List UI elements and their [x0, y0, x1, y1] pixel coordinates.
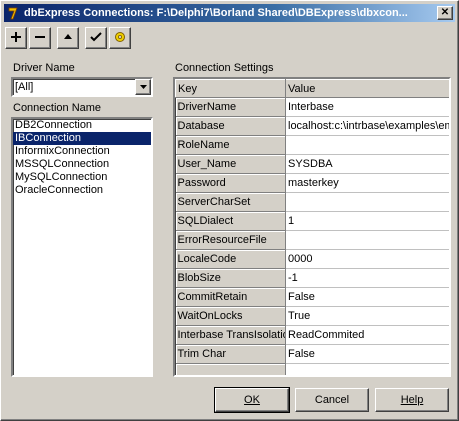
driver-name-select[interactable]: [All]	[11, 77, 153, 97]
test-connection-icon	[90, 31, 102, 45]
connection-name-list[interactable]: DB2Connection IBConnection InformixConnect…	[11, 117, 153, 377]
settings-row[interactable]: ErrorResourceFile	[175, 230, 449, 250]
setting-key: ServerCharSet	[175, 192, 286, 212]
title-bar[interactable]: dbExpress Connections: F:\Delphi7\Borlan…	[4, 4, 455, 22]
driver-settings-button[interactable]	[109, 27, 131, 49]
add-icon	[11, 31, 21, 45]
setting-value[interactable]: False	[285, 344, 449, 364]
settings-row[interactable]: SQLDialect 1	[175, 211, 449, 231]
settings-row[interactable]: RoleName	[175, 135, 449, 155]
setting-key: DriverName	[175, 97, 286, 117]
ok-button[interactable]: OK	[214, 387, 290, 413]
move-up-button[interactable]	[57, 27, 79, 49]
setting-value[interactable]	[285, 135, 449, 155]
connection-list-item[interactable]: IBConnection	[13, 132, 151, 145]
settings-row[interactable]: CommitRetain False	[175, 287, 449, 307]
dbexpress-connections-window: dbExpress Connections: F:\Delphi7\Borlan…	[0, 0, 459, 421]
help-button[interactable]: Help	[375, 388, 449, 412]
empty-row	[175, 363, 449, 375]
connection-list-item[interactable]: OracleConnection	[13, 184, 151, 197]
settings-row[interactable]: DriverName Interbase	[175, 97, 449, 117]
chevron-down-icon[interactable]	[135, 79, 151, 95]
setting-value[interactable]: SYSDBA	[285, 154, 449, 174]
setting-value[interactable]: ReadCommited	[285, 325, 449, 345]
settings-row[interactable]: Database localhost:c:\intrbase\examples\e…	[175, 116, 449, 136]
toolbar	[5, 27, 133, 51]
connection-list-item[interactable]: DB2Connection	[13, 119, 151, 132]
add-connection-button[interactable]	[5, 27, 27, 49]
setting-key: Password	[175, 173, 286, 193]
close-button[interactable]: ✕	[437, 6, 453, 20]
window-title: dbExpress Connections: F:\Delphi7\Borlan…	[24, 7, 408, 19]
empty-value-cell	[285, 363, 449, 375]
setting-value[interactable]	[285, 230, 449, 250]
setting-value[interactable]: localhost:c:\intrbase\examples\em	[285, 116, 449, 136]
settings-row[interactable]: BlobSize -1	[175, 268, 449, 288]
setting-key: Interbase TransIsolation	[175, 325, 286, 345]
cancel-button[interactable]: Cancel	[295, 388, 369, 412]
settings-row[interactable]: Password masterkey	[175, 173, 449, 193]
connection-list-item[interactable]: MSSQLConnection	[13, 158, 151, 171]
setting-key: CommitRetain	[175, 287, 286, 307]
value-column-header[interactable]: Value	[285, 79, 449, 98]
setting-value[interactable]: 1	[285, 211, 449, 231]
setting-value[interactable]: masterkey	[285, 173, 449, 193]
setting-value[interactable]: False	[285, 287, 449, 307]
setting-key: Trim Char	[175, 344, 286, 364]
setting-key: SQLDialect	[175, 211, 286, 231]
delphi-app-icon	[6, 6, 20, 20]
remove-connection-button[interactable]	[29, 27, 51, 49]
settings-row[interactable]: ServerCharSet	[175, 192, 449, 212]
close-icon: ✕	[440, 7, 450, 18]
connection-list-item[interactable]: InformixConnection	[13, 145, 151, 158]
setting-key: WaitOnLocks	[175, 306, 286, 326]
setting-value[interactable]: True	[285, 306, 449, 326]
setting-value[interactable]: Interbase	[285, 97, 449, 117]
setting-key: RoleName	[175, 135, 286, 155]
cancel-button-label: Cancel	[314, 394, 350, 406]
setting-value[interactable]: -1	[285, 268, 449, 288]
remove-icon	[35, 32, 45, 45]
setting-key: LocaleCode	[175, 249, 286, 269]
move-up-icon	[63, 32, 73, 44]
connection-settings-grid[interactable]: Key Value DriverName Interbase Database loc…	[173, 77, 451, 377]
driver-name-value: [All]	[15, 81, 34, 93]
ok-button-label: OK	[244, 394, 260, 406]
empty-key-cell	[175, 363, 286, 375]
setting-value[interactable]: 0000	[285, 249, 449, 269]
key-column-header[interactable]: Key	[175, 79, 286, 98]
settings-row[interactable]: Interbase TransIsolation ReadCommited	[175, 325, 449, 345]
help-button-label: Help	[400, 394, 424, 406]
setting-key: User_Name	[175, 154, 286, 174]
connection-name-label: Connection Name	[13, 102, 102, 114]
settings-row[interactable]: WaitOnLocks True	[175, 306, 449, 326]
setting-key: ErrorResourceFile	[175, 230, 286, 250]
driver-settings-icon	[114, 31, 126, 46]
driver-name-label: Driver Name	[13, 62, 75, 74]
test-connection-button[interactable]	[85, 27, 107, 49]
settings-row[interactable]: LocaleCode 0000	[175, 249, 449, 269]
setting-key: BlobSize	[175, 268, 286, 288]
setting-value[interactable]	[285, 192, 449, 212]
settings-row[interactable]: Trim Char False	[175, 344, 449, 364]
setting-key: Database	[175, 116, 286, 136]
connection-list-item[interactable]: MySQLConnection	[13, 171, 151, 184]
settings-row[interactable]: User_Name SYSDBA	[175, 154, 449, 174]
connection-settings-label: Connection Settings	[175, 62, 274, 74]
